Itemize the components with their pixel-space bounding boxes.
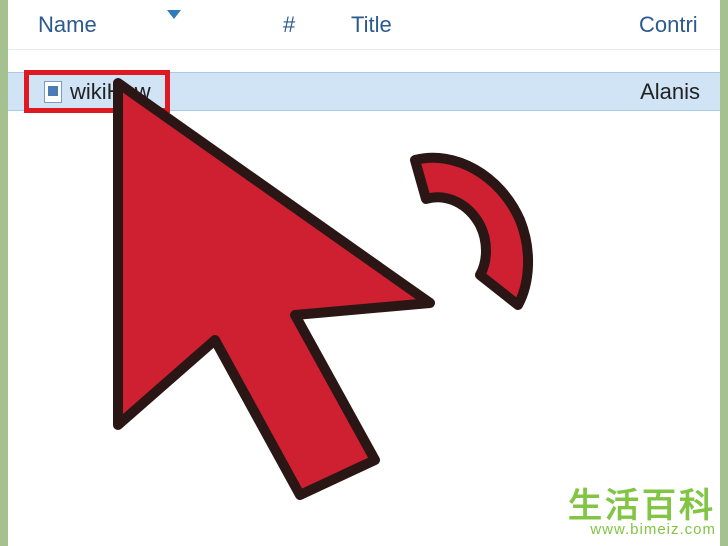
column-header-number[interactable]: # [283, 0, 351, 49]
column-header-contributors-label: Contri [639, 12, 698, 38]
sort-descending-icon [167, 10, 181, 19]
column-header-name-label: Name [38, 12, 97, 38]
column-header-title[interactable]: Title [351, 0, 639, 49]
column-header-contributors[interactable]: Contri [639, 0, 720, 49]
column-header-number-label: # [283, 12, 295, 38]
file-contrib-cell: Alanis [640, 79, 720, 105]
column-header-row: Name # Title Contri [8, 0, 720, 50]
file-explorer-pane: Name # Title Contri wikiHow Alanis [8, 0, 720, 546]
spacer [8, 50, 720, 72]
file-icon [44, 81, 62, 103]
file-name-text: wikiHow [70, 79, 151, 105]
file-name-cell: wikiHow [8, 73, 283, 110]
file-row[interactable]: wikiHow Alanis [8, 72, 720, 111]
column-header-name[interactable]: Name [8, 0, 283, 49]
column-header-title-label: Title [351, 12, 392, 38]
